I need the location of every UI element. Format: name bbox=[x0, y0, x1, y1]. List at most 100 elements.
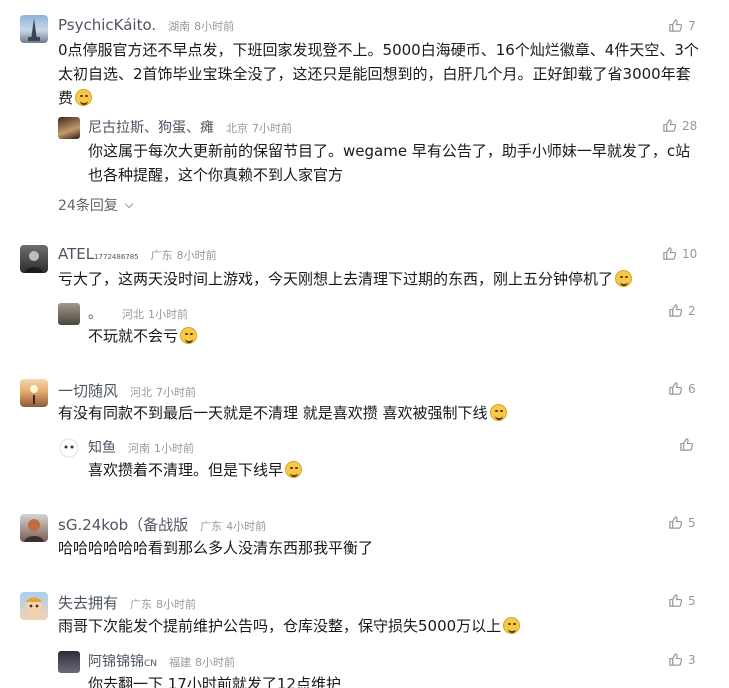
avatar[interactable] bbox=[20, 592, 48, 620]
comment-text-segment: 费 bbox=[58, 89, 74, 107]
username-suffix: CN bbox=[144, 659, 158, 669]
location: 河北 bbox=[130, 386, 153, 399]
like-button[interactable]: 10 bbox=[662, 246, 697, 261]
timestamp: 4小时前 bbox=[226, 520, 267, 533]
comment-text-line: 有没有同款不到最后一天就是不清理 就是喜欢攒 喜欢被强制下线 bbox=[58, 401, 708, 425]
thumbs-up-icon bbox=[663, 247, 677, 260]
reply-text: 不玩就不会亏 bbox=[88, 324, 688, 348]
username[interactable]: 阿锦锦锦CN bbox=[88, 651, 157, 671]
comment-text: 有没有同款不到最后一天就是不清理 就是喜欢攒 喜欢被强制下线 bbox=[58, 401, 708, 425]
view-replies-link[interactable]: 24条回复 bbox=[58, 195, 134, 215]
username[interactable]: PsychicKáito. bbox=[58, 16, 156, 34]
like-count: 2 bbox=[688, 303, 696, 318]
username[interactable]: ATEL1772486785 bbox=[58, 245, 139, 263]
username[interactable]: 失去拥有 bbox=[58, 592, 118, 613]
avatar[interactable] bbox=[58, 651, 80, 673]
like-count: 3 bbox=[688, 652, 696, 667]
comment-meta: 一切随风 河北 7小时前 bbox=[58, 380, 196, 401]
username[interactable]: sG.24kob（备战版 bbox=[58, 514, 188, 535]
thumbs-up-icon bbox=[669, 516, 683, 529]
location: 福建 bbox=[169, 656, 192, 669]
avatar[interactable] bbox=[58, 437, 80, 459]
location-time: 福建 8小时前 bbox=[165, 654, 235, 670]
avatar[interactable] bbox=[20, 379, 48, 407]
cat-emoji-icon bbox=[180, 327, 198, 344]
like-button[interactable]: 3 bbox=[668, 652, 696, 667]
comment-text-segment: 有没有同款不到最后一天就是不清理 就是喜欢攒 喜欢被强制下线 bbox=[58, 404, 488, 422]
like-button[interactable]: 7 bbox=[668, 18, 696, 33]
reply-meta: 。 河北 1小时前 bbox=[88, 303, 188, 323]
like-count: 10 bbox=[682, 246, 698, 261]
username[interactable]: 。 bbox=[88, 303, 102, 323]
location-time: 广东 8小时前 bbox=[126, 596, 196, 612]
reply-meta: 知鱼 河南 1小时前 bbox=[88, 437, 194, 457]
like-count: 5 bbox=[688, 593, 696, 608]
timestamp: 8小时前 bbox=[195, 656, 236, 669]
comment-text: 亏大了，这两天没时间上游戏，今天刚想上去清理下过期的东西，刚上五分钟停机了 bbox=[58, 267, 708, 291]
like-button[interactable]: 5 bbox=[668, 593, 696, 608]
like-button[interactable]: 5 bbox=[668, 515, 696, 530]
location-time: 北京 7小时前 bbox=[222, 120, 292, 136]
thumbs-up-icon bbox=[663, 119, 677, 132]
username[interactable]: 尼古拉斯、狗蛋、瘫 bbox=[88, 117, 214, 137]
smile-emoji-icon bbox=[503, 617, 521, 634]
username[interactable]: 一切随风 bbox=[58, 380, 118, 401]
comment-text-line: 太初自选、2首饰毕业宝珠全没了，这还只是能回想到的，白肝几个月。正好卸载了省30… bbox=[58, 65, 691, 83]
location: 北京 bbox=[226, 122, 248, 135]
like-button[interactable]: 6 bbox=[668, 381, 696, 396]
like-button[interactable] bbox=[679, 437, 699, 452]
location: 河北 bbox=[122, 308, 144, 321]
thumbs-up-icon bbox=[669, 594, 683, 607]
like-count: 28 bbox=[682, 118, 698, 133]
thumbs-up-icon bbox=[669, 382, 683, 395]
avatar[interactable] bbox=[20, 514, 48, 542]
reply-text-line: 你去翻一下 17小时前就发了12点维护 bbox=[88, 675, 341, 688]
timestamp: 7小时前 bbox=[156, 386, 197, 399]
reply-text-line: 也各种提醒，这个你真赖不到人家官方 bbox=[88, 166, 344, 184]
location-time: 湖南 8小时前 bbox=[164, 18, 234, 34]
reply-text: 喜欢攒着不清理。但是下线早 bbox=[88, 458, 688, 482]
username-text: ATEL bbox=[58, 245, 95, 263]
location: 广东 bbox=[200, 520, 223, 533]
comment-text-line: 哈哈哈哈哈哈看到那么多人没清东西那我平衡了 bbox=[58, 539, 374, 557]
timestamp: 8小时前 bbox=[176, 249, 217, 262]
comment-text-line: 雨哥下次能发个提前维护公告吗，仓库没整，保守损失5000万以上 bbox=[58, 614, 708, 638]
avatar[interactable] bbox=[20, 245, 48, 273]
comment-text: 0点停服官方还不早点发，下班回家发现登不上。5000白海硬币、16个灿烂徽章、4… bbox=[58, 38, 708, 110]
like-count: 7 bbox=[688, 18, 696, 33]
location-time: 河北 7小时前 bbox=[126, 384, 196, 400]
comment-text: 哈哈哈哈哈哈看到那么多人没清东西那我平衡了 bbox=[58, 536, 708, 560]
comment-text: 雨哥下次能发个提前维护公告吗，仓库没整，保守损失5000万以上 bbox=[58, 614, 708, 638]
like-button[interactable]: 2 bbox=[668, 303, 696, 318]
grin-emoji-icon bbox=[285, 461, 303, 478]
avatar[interactable] bbox=[20, 15, 48, 43]
comment-text-segment: 雨哥下次能发个提前维护公告吗，仓库没整，保守损失5000万以上 bbox=[58, 617, 502, 635]
thumbs-up-icon bbox=[680, 438, 694, 451]
chevron-down-icon bbox=[125, 199, 134, 209]
comment-text-segment: 亏大了，这两天没时间上游戏，今天刚想上去清理下过期的东西，刚上五分钟停机了 bbox=[58, 270, 614, 288]
sweat-emoji-icon bbox=[615, 270, 633, 287]
reply-text: 你这属于每次大更新前的保留节目了。wegame 早有公告了，助手小师妹一早就发了… bbox=[88, 139, 698, 187]
like-count: 6 bbox=[688, 381, 696, 396]
location-time: 广东 4小时前 bbox=[196, 518, 266, 534]
comment-meta: 失去拥有 广东 8小时前 bbox=[58, 592, 196, 613]
comment-meta: sG.24kob（备战版 广东 4小时前 bbox=[58, 514, 266, 535]
username-text: 阿锦锦锦 bbox=[88, 654, 144, 670]
thumbs-up-icon bbox=[669, 304, 683, 317]
location-time: 河南 1小时前 bbox=[124, 440, 194, 456]
username[interactable]: 知鱼 bbox=[88, 437, 116, 457]
like-count: 5 bbox=[688, 515, 696, 530]
location: 广东 bbox=[130, 598, 153, 611]
like-button[interactable]: 28 bbox=[662, 118, 697, 133]
comment-text-line: 0点停服官方还不早点发，下班回家发现登不上。5000白海硬币、16个灿烂徽章、4… bbox=[58, 41, 699, 59]
location: 广东 bbox=[150, 249, 173, 262]
avatar[interactable] bbox=[58, 117, 80, 139]
reply-text-line: 喜欢攒着不清理。但是下线早 bbox=[88, 458, 688, 482]
timestamp: 1小时前 bbox=[154, 442, 194, 455]
avatar[interactable] bbox=[58, 303, 80, 325]
comment-text-line: 亏大了，这两天没时间上游戏，今天刚想上去清理下过期的东西，刚上五分钟停机了 bbox=[58, 267, 708, 291]
reply-text-line: 不玩就不会亏 bbox=[88, 324, 688, 348]
reply-meta: 尼古拉斯、狗蛋、瘫 北京 7小时前 bbox=[88, 117, 292, 137]
reply-text-segment: 不玩就不会亏 bbox=[88, 327, 179, 345]
timestamp: 8小时前 bbox=[156, 598, 197, 611]
